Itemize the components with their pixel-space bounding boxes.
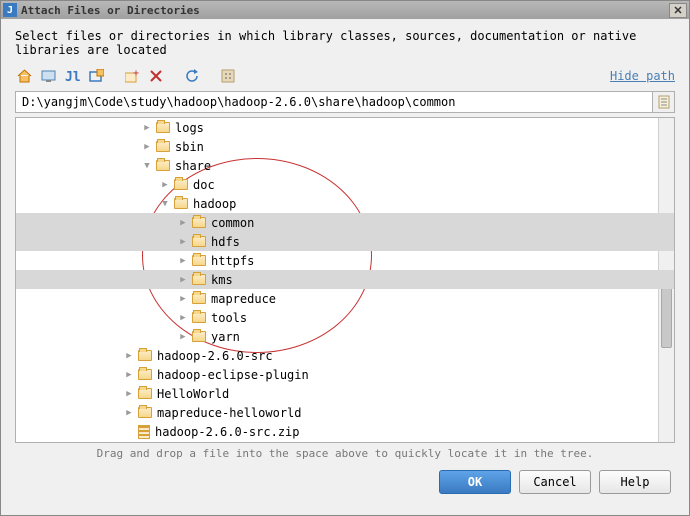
tree-item-label: common	[211, 216, 254, 230]
chevron-right-icon[interactable]: ▶	[124, 351, 134, 361]
chevron-right-icon[interactable]: ▶	[178, 313, 188, 323]
titlebar: J Attach Files or Directories ✕	[1, 1, 689, 19]
folder-icon	[192, 331, 206, 342]
help-button[interactable]: Help	[599, 470, 671, 494]
tree-row[interactable]: ▶ kms	[16, 270, 674, 289]
file-tree[interactable]: ▶logs▶sbin▼share▶doc▼hadoop▶common▶hdfs▶…	[15, 117, 675, 443]
chevron-right-icon[interactable]: ▶	[178, 332, 188, 342]
folder-icon	[192, 236, 206, 247]
tree-item-label: mapreduce-helloworld	[157, 406, 302, 420]
desktop-icon[interactable]	[39, 67, 57, 85]
tree-row[interactable]: hadoop-2.6.0-src.zip	[16, 422, 674, 441]
svg-text:+: +	[133, 69, 139, 79]
new-folder-icon[interactable]: +	[123, 67, 141, 85]
tree-row[interactable]: ▶ common	[16, 213, 674, 232]
folder-icon	[192, 274, 206, 285]
tree-item-label: hadoop-2.6.0-src	[157, 349, 273, 363]
tree-row[interactable]: ▶ httpfs	[16, 251, 674, 270]
chevron-right-icon[interactable]: ▶	[160, 180, 170, 190]
delete-icon[interactable]	[147, 67, 165, 85]
chevron-right-icon[interactable]: ▶	[178, 275, 188, 285]
folder-icon	[192, 312, 206, 323]
close-button[interactable]: ✕	[669, 3, 687, 18]
chevron-right-icon[interactable]: ▶	[142, 123, 152, 133]
folder-icon	[138, 350, 152, 361]
tree-row[interactable]: ▶ hdfs	[16, 232, 674, 251]
folder-icon	[174, 179, 188, 190]
svg-text:Jl: Jl	[65, 70, 80, 83]
tree-row[interactable]: ▶ hadoop-eclipse-plugin	[16, 365, 674, 384]
tree-item-label: yarn	[211, 330, 240, 344]
ok-button[interactable]: OK	[439, 470, 511, 494]
chevron-right-icon[interactable]: ▶	[178, 256, 188, 266]
expander-none	[124, 427, 134, 437]
chevron-right-icon[interactable]: ▶	[124, 389, 134, 399]
folder-icon	[138, 407, 152, 418]
tree-item-label: doc	[193, 178, 215, 192]
folder-icon	[138, 369, 152, 380]
tree-item-label: hadoop	[193, 197, 236, 211]
path-input[interactable]	[15, 91, 653, 113]
chevron-right-icon[interactable]: ▶	[124, 370, 134, 380]
folder-icon	[156, 160, 170, 171]
tree-item-label: tools	[211, 311, 247, 325]
tree-row[interactable]: ▶ mapreduce-helloworld	[16, 403, 674, 422]
instruction-text: Select files or directories in which lib…	[15, 29, 675, 57]
tree-row[interactable]: ▶ sbin	[16, 137, 674, 156]
tree-item-label: mapreduce	[211, 292, 276, 306]
tree-row[interactable]: ▶ doc	[16, 175, 674, 194]
refresh-icon[interactable]	[183, 67, 201, 85]
toolbar: Jl + Hide path	[15, 67, 675, 85]
chevron-right-icon[interactable]: ▶	[124, 408, 134, 418]
tree-row[interactable]: ▶ mapreduce	[16, 289, 674, 308]
tree-item-label: httpfs	[211, 254, 254, 268]
folder-icon	[192, 293, 206, 304]
project-icon[interactable]: Jl	[63, 67, 81, 85]
hide-path-link[interactable]: Hide path	[610, 69, 675, 83]
tree-row[interactable]: ▶ hadoop-2.6.0-src	[16, 346, 674, 365]
tree-row[interactable]: ▼ hadoop	[16, 194, 674, 213]
archive-icon	[138, 425, 150, 439]
chevron-right-icon[interactable]: ▶	[178, 294, 188, 304]
module-icon[interactable]	[87, 67, 105, 85]
window-title: Attach Files or Directories	[21, 4, 200, 17]
chevron-down-icon[interactable]: ▼	[160, 199, 170, 209]
folder-icon	[174, 198, 188, 209]
tree-item-label: hadoop-eclipse-plugin	[157, 368, 309, 382]
tree-item-label: hadoop-2.6.0-src.zip	[155, 425, 300, 439]
tree-row[interactable]: ▶ HelloWorld	[16, 384, 674, 403]
tree-item-label: logs	[175, 121, 204, 135]
tree-item-label: HelloWorld	[157, 387, 229, 401]
folder-icon	[156, 122, 170, 133]
folder-icon	[192, 217, 206, 228]
tree-item-label: sbin	[175, 140, 204, 154]
path-history-button[interactable]	[653, 91, 675, 113]
tree-row[interactable]: ▶ logs	[16, 118, 674, 137]
tree-row[interactable]: ▼ share	[16, 156, 674, 175]
tree-item-label: share	[175, 159, 211, 173]
folder-icon	[156, 141, 170, 152]
app-icon: J	[3, 3, 17, 17]
tree-item-label: kms	[211, 273, 233, 287]
home-icon[interactable]	[15, 67, 33, 85]
tree-row[interactable]: ▶ tools	[16, 308, 674, 327]
folder-icon	[192, 255, 206, 266]
chevron-down-icon[interactable]: ▼	[142, 161, 152, 171]
cancel-button[interactable]: Cancel	[519, 470, 591, 494]
tree-row[interactable]: ▶ yarn	[16, 327, 674, 346]
chevron-right-icon[interactable]: ▶	[178, 237, 188, 247]
folder-icon	[138, 388, 152, 399]
chevron-right-icon[interactable]: ▶	[178, 218, 188, 228]
hint-text: Drag and drop a file into the space abov…	[15, 447, 675, 460]
show-hidden-icon[interactable]	[219, 67, 237, 85]
tree-item-label: hdfs	[211, 235, 240, 249]
chevron-right-icon[interactable]: ▶	[142, 142, 152, 152]
